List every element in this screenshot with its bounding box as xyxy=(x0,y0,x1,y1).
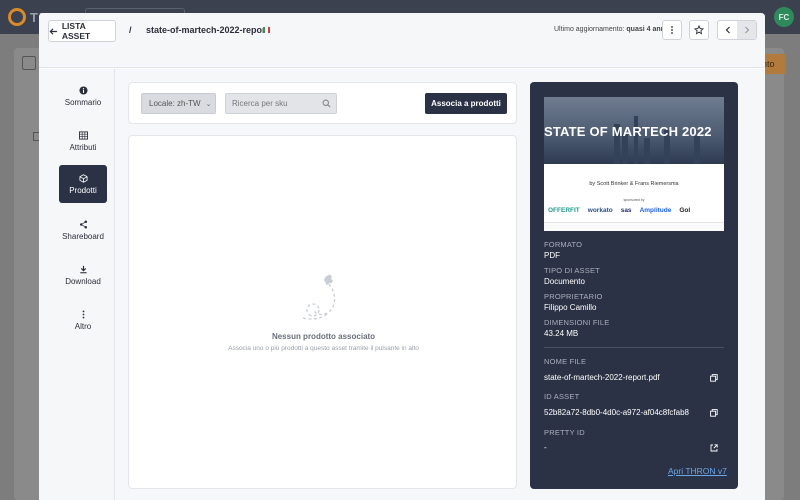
file-name-value: state-of-martech-2022-report.pdf xyxy=(544,373,660,382)
back-to-asset-list-button[interactable]: LISTA ASSET xyxy=(48,20,116,42)
preview-skyline: STATE OF MARTECH 2022 xyxy=(544,97,724,164)
preview-title: STATE OF MARTECH 2022 xyxy=(544,124,712,139)
format-label: FORMATO xyxy=(544,240,583,249)
sidebar-item-label: Altro xyxy=(74,321,92,331)
detail-sidebar: Sommario Attributi Prodotti Shareboard D… xyxy=(39,69,115,500)
sponsor-logo: OFFERFIT xyxy=(548,207,580,214)
more-vertical-icon xyxy=(82,310,84,318)
file-size-label: DIMENSIONI FILE xyxy=(544,318,610,327)
external-link-icon[interactable] xyxy=(710,444,718,452)
sidebar-item-altro[interactable]: Altro xyxy=(59,301,107,339)
previous-asset-button[interactable] xyxy=(718,21,737,39)
download-icon xyxy=(79,265,87,273)
locale-select[interactable]: Locale: zh-TW ⌄ xyxy=(141,93,216,114)
copy-icon[interactable] xyxy=(710,374,718,382)
sidebar-item-label: Download xyxy=(65,276,101,286)
chevron-right-icon xyxy=(744,26,749,34)
format-value: PDF xyxy=(544,251,560,260)
locale-value: Locale: zh-TW xyxy=(149,99,201,108)
chevron-left-icon xyxy=(725,26,730,34)
last-updated: Ultimo aggiornamento: quasi 4 anni fa xyxy=(554,26,675,33)
asset-navigation xyxy=(717,20,757,40)
sidebar-item-attributi[interactable]: Attributi xyxy=(59,122,107,160)
divider xyxy=(544,347,724,348)
star-icon xyxy=(694,25,704,35)
thron-logo-icon xyxy=(8,8,26,26)
preview-byline: by Scott Brinker & Frans Riemersma xyxy=(589,181,679,187)
modal-header: LISTA ASSET / state-of-martech-2022-repo… xyxy=(39,13,765,68)
more-options-button[interactable] xyxy=(662,20,682,40)
asset-detail-modal: LISTA ASSET / state-of-martech-2022-repo… xyxy=(39,13,765,500)
empty-butterfly-icon xyxy=(302,274,336,320)
empty-products-area: Nessun prodotto associato Associa uno o … xyxy=(128,135,517,489)
breadcrumb-separator: / xyxy=(129,25,132,35)
back-button-label: LISTA ASSET xyxy=(61,21,91,41)
sidebar-item-prodotti[interactable]: Prodotti xyxy=(59,165,107,203)
favorite-button[interactable] xyxy=(689,20,709,40)
sku-search-placeholder: Ricerca per sku xyxy=(232,99,288,108)
sponsor-logo: workato xyxy=(587,207,613,214)
sidebar-item-sommario[interactable]: Sommario xyxy=(59,77,107,115)
asset-info-panel: STATE OF MARTECH 2022 by Scott Brinker &… xyxy=(530,82,738,489)
asset-type-value: Documento xyxy=(544,277,585,286)
sidebar-item-shareboard[interactable]: Shareboard xyxy=(59,211,107,249)
skyline-shape xyxy=(644,138,650,164)
copy-icon[interactable] xyxy=(710,409,718,417)
owner-value: Filippo Camillo xyxy=(544,303,597,312)
sidebar-item-label: Attributi xyxy=(69,142,97,152)
sponsor-logo: Amplitude xyxy=(639,207,672,214)
sidebar-item-label: Shareboard xyxy=(62,231,104,241)
asset-id-label: ID ASSET xyxy=(544,392,580,401)
next-asset-button[interactable] xyxy=(737,21,756,39)
last-updated-label: Ultimo aggiornamento: xyxy=(554,26,625,33)
associate-products-button[interactable]: Associa a prodotti xyxy=(425,93,507,114)
preview-sponsor-logos: OFFERFIT workato sas Amplitude Gol xyxy=(548,207,724,214)
cube-icon xyxy=(78,173,88,183)
open-thron-v7-link[interactable]: Apri THRON v7 xyxy=(668,466,727,476)
sidebar-item-label: Sommario xyxy=(64,97,102,107)
pretty-id-label: PRETTY ID xyxy=(544,428,585,437)
background-panel-icon xyxy=(22,56,36,70)
chevron-down-icon: ⌄ xyxy=(205,100,212,108)
products-section: Locale: zh-TW ⌄ Ricerca per sku Associa … xyxy=(115,69,765,500)
empty-state-title: Nessun prodotto associato xyxy=(271,332,376,341)
sidebar-item-label: Prodotti xyxy=(69,185,97,195)
preview-sponsored: sponsored by xyxy=(623,198,645,202)
preview-footer xyxy=(544,222,724,231)
sponsor-logo: Gol xyxy=(679,207,691,214)
arrow-left-icon xyxy=(49,27,57,35)
search-icon xyxy=(322,99,331,108)
asset-title: state-of-martech-2022-report xyxy=(146,25,269,35)
asset-preview-thumbnail[interactable]: STATE OF MARTECH 2022 by Scott Brinker &… xyxy=(544,97,724,231)
sku-search-input[interactable]: Ricerca per sku xyxy=(225,93,337,114)
empty-state-description: Associa uno o più prodotti a questo asse… xyxy=(228,345,419,352)
table-icon xyxy=(78,130,88,140)
sponsor-logo: sas xyxy=(620,207,632,214)
skyline-shape xyxy=(694,136,700,164)
share-icon xyxy=(79,220,87,228)
asset-id-value: 52b82a72-8db0-4d0c-a972-af04c8fcfab8 xyxy=(544,408,690,417)
products-toolbar: Locale: zh-TW ⌄ Ricerca per sku Associa … xyxy=(128,82,517,124)
pretty-id-value: - xyxy=(544,443,547,452)
avatar[interactable]: FC xyxy=(774,7,794,27)
owner-label: PROPRIETARIO xyxy=(544,292,603,301)
asset-type-label: TIPO DI ASSET xyxy=(544,266,600,275)
sidebar-item-download[interactable]: Download xyxy=(59,256,107,294)
file-name-label: NOME FILE xyxy=(544,357,587,366)
info-icon xyxy=(78,85,88,95)
file-size-value: 43.24 MB xyxy=(544,329,579,338)
more-vertical-icon xyxy=(671,26,673,34)
italy-flag-icon xyxy=(263,27,270,33)
